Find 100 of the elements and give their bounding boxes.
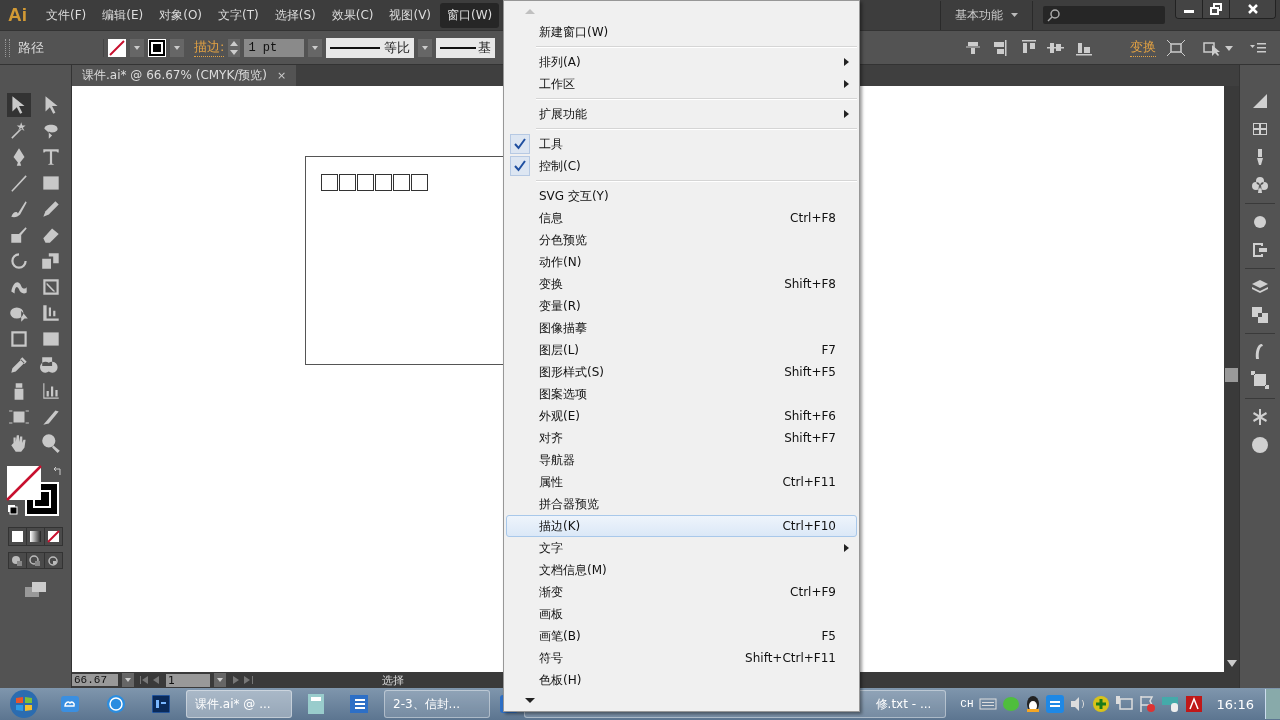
menu-entry[interactable]: 图形样式(S) Shift+F5: [506, 361, 857, 383]
plus-circle-icon[interactable]: [1091, 695, 1110, 713]
menu-entry-label: 分色预览: [539, 231, 588, 249]
menu-entry-label: 信息: [539, 209, 564, 227]
menu-entry[interactable]: 对齐 Shift+F7: [506, 427, 857, 449]
draw-normal-icon[interactable]: [9, 553, 26, 568]
stroke-weight-field[interactable]: 1 pt: [244, 38, 305, 57]
menu-entry[interactable]: 排列(A): [506, 51, 857, 73]
spinner-arrows-icon[interactable]: [228, 38, 241, 57]
menu-entry[interactable]: 动作(N): [506, 251, 857, 273]
copy-icon[interactable]: [1250, 305, 1270, 325]
stroke-profile-dropdown[interactable]: 等比: [326, 37, 415, 58]
menu-entry[interactable]: SVG 交互(Y): [506, 185, 857, 207]
menu-entry[interactable]: 导航器: [506, 449, 857, 471]
menu-item[interactable]: 编辑(E): [95, 2, 151, 28]
speaker-icon[interactable]: [1068, 696, 1087, 712]
flag-icon[interactable]: [1137, 695, 1156, 713]
menu-entry[interactable]: 图像描摹: [506, 317, 857, 339]
minimize-button[interactable]: [1176, 0, 1203, 18]
document-tab[interactable]: 课件.ai* @ 66.67% (CMYK/预览) ×: [72, 65, 297, 86]
keyboard-icon[interactable]: [978, 698, 997, 710]
menu-entry[interactable]: 文档信息(M): [506, 559, 857, 581]
menu-entry[interactable]: 工作区: [506, 73, 857, 95]
shortcut-label: Ctrl+F8: [790, 211, 836, 225]
fill-swatch[interactable]: [108, 38, 126, 57]
restore-button[interactable]: [1203, 0, 1230, 18]
export-icon[interactable]: [1250, 240, 1270, 260]
menu-entry[interactable]: 画笔(B) F5: [506, 625, 857, 647]
selection-type-label: 路径: [14, 38, 104, 57]
workspace-switcher[interactable]: 基本功能: [940, 0, 1033, 30]
menu-entry[interactable]: 工具: [506, 133, 857, 155]
menu-entry-label: 图案选项: [539, 385, 588, 403]
menu-entry[interactable]: 符号 Shift+Ctrl+F11: [506, 647, 857, 669]
menu-item[interactable]: 效果(C): [324, 2, 381, 28]
close-button[interactable]: [1230, 0, 1275, 18]
menu-item[interactable]: 窗口(W): [440, 2, 500, 28]
menu-item[interactable]: 选择(S): [267, 2, 323, 28]
gradient-mode-icon[interactable]: [27, 528, 44, 545]
none-mode-icon[interactable]: [45, 528, 62, 545]
scroll-thumb[interactable]: [1225, 368, 1238, 382]
menu-item[interactable]: 视图(V): [382, 2, 439, 28]
scroll-down-icon[interactable]: [1226, 660, 1237, 668]
first-page-icon[interactable]: [138, 675, 162, 685]
zoom-field[interactable]: 66.67: [72, 674, 118, 686]
shortcut-label: Shift+F8: [784, 277, 836, 291]
network-icon[interactable]: [1114, 695, 1133, 713]
menu-entry-label: 扩展功能: [539, 105, 588, 123]
vertical-scrollbar[interactable]: [1224, 86, 1239, 672]
menu-entry-label: 文档信息(M): [539, 561, 608, 579]
menu-entry[interactable]: 属性 Ctrl+F11: [506, 471, 857, 493]
stroke-swatch[interactable]: [148, 38, 166, 57]
transform-panel-icon[interactable]: [1250, 370, 1270, 390]
isolate-icon[interactable]: [1166, 38, 1186, 57]
search-field[interactable]: [1043, 6, 1165, 24]
draw-inside-icon[interactable]: [45, 553, 62, 568]
menu-item[interactable]: 文件(F): [39, 2, 94, 28]
menu-entry[interactable]: 变换 Shift+F8: [506, 273, 857, 295]
menu-entry[interactable]: 画板: [506, 603, 857, 625]
draw-behind-icon[interactable]: [27, 553, 44, 568]
cloud-icon[interactable]: [60, 694, 80, 714]
tab-close-button[interactable]: ×: [277, 69, 287, 82]
scroll-down-icon[interactable]: [523, 697, 536, 705]
menu-entry[interactable]: 信息 Ctrl+F8: [506, 207, 857, 229]
stroke-link[interactable]: 描边:: [194, 38, 225, 57]
menu-entry-label: 对齐: [539, 429, 564, 447]
selection-icon[interactable]: [6, 93, 31, 117]
close-icon: [1246, 3, 1259, 15]
menu-entry[interactable]: 描边(K) Ctrl+F10: [506, 515, 857, 537]
menu-entry[interactable]: 外观(E) Shift+F6: [506, 405, 857, 427]
menu-entry[interactable]: 分色预览: [506, 229, 857, 251]
menu-entry[interactable]: 色板(H): [506, 669, 857, 691]
k-app-icon[interactable]: [106, 694, 126, 714]
transfer-icon[interactable]: [1045, 695, 1064, 713]
adobe-icon[interactable]: [1185, 696, 1202, 712]
list-app-icon[interactable]: [350, 695, 368, 713]
screen-mode-icon[interactable]: [23, 581, 48, 599]
menu-entry[interactable]: 图案选项: [506, 383, 857, 405]
menu-entry[interactable]: 文字: [506, 537, 857, 559]
menu-entry[interactable]: 图层(L) F7: [506, 339, 857, 361]
shortcut-label: F7: [821, 343, 836, 357]
asterisk-icon[interactable]: [1250, 407, 1270, 427]
menu-item[interactable]: 文字(T): [211, 2, 266, 28]
menu-entry[interactable]: 新建窗口(W): [506, 21, 857, 43]
transform-link[interactable]: 变换: [1130, 38, 1156, 57]
menu-entry[interactable]: 变量(R): [506, 295, 857, 317]
menu-entry[interactable]: 控制(C): [506, 155, 857, 177]
color-mode-icon[interactable]: [9, 528, 26, 545]
page-field[interactable]: 1: [166, 673, 210, 687]
language-indicator[interactable]: CH: [960, 698, 974, 710]
club-icon[interactable]: [1250, 175, 1270, 195]
penguin-icon[interactable]: [1024, 695, 1041, 713]
brush-dropdown[interactable]: 基: [436, 37, 496, 58]
menu-item[interactable]: 对象(O): [152, 2, 210, 28]
menu-entry[interactable]: 扩展功能: [506, 103, 857, 125]
panel-menu-icon[interactable]: [1250, 41, 1266, 54]
postcode-square: [339, 174, 356, 191]
panel-grip[interactable]: [5, 38, 10, 57]
menu-entry[interactable]: 拼合器预览: [506, 493, 857, 515]
keyboard-mouse-icon[interactable]: [1160, 695, 1181, 713]
menu-entry[interactable]: 渐变 Ctrl+F9: [506, 581, 857, 603]
